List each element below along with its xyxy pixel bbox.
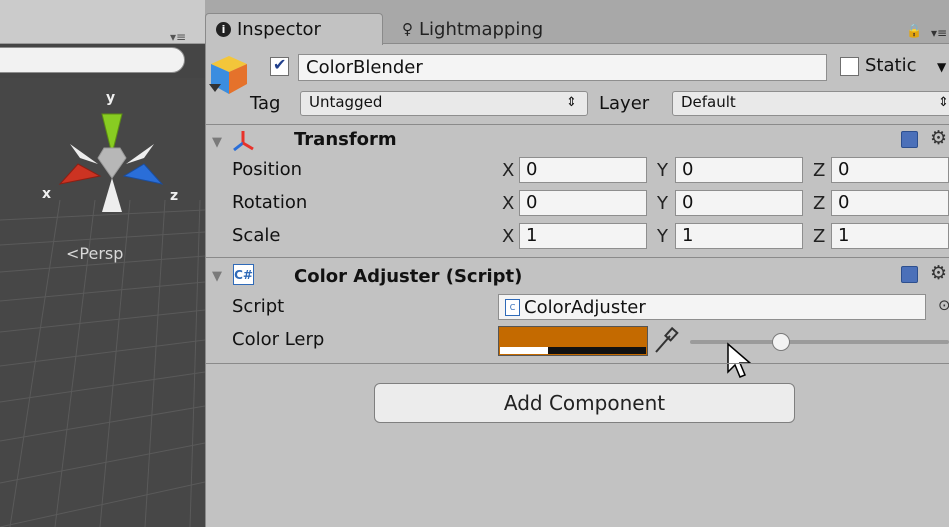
static-checkbox[interactable] xyxy=(840,57,859,76)
rotation-x-field[interactable]: 0 xyxy=(519,190,647,216)
tag-label: Tag xyxy=(250,93,281,114)
active-checkbox[interactable] xyxy=(270,55,289,76)
lock-icon[interactable]: 🔒 xyxy=(906,24,922,39)
divider xyxy=(205,124,949,125)
axis-x-label: X xyxy=(502,193,515,214)
tab-lightmapping-label: Lightmapping xyxy=(419,18,544,40)
gear-icon[interactable]: ⚙ xyxy=(930,262,947,284)
layer-label: Layer xyxy=(599,93,650,114)
scale-z-field[interactable]: 1 xyxy=(831,223,949,249)
projection-toggle[interactable]: <Persp xyxy=(66,244,123,263)
axis-x-label: X xyxy=(502,226,515,247)
layer-select[interactable]: Default xyxy=(672,91,949,116)
panel-menu-icon[interactable]: ▾≡ xyxy=(170,30,186,44)
script-file-icon: C xyxy=(505,298,520,316)
foldout-arrow-icon[interactable]: ▼ xyxy=(212,269,222,284)
script-object-field[interactable]: C ColorAdjuster xyxy=(498,294,926,320)
persp-label: Persp xyxy=(79,244,124,263)
tab-inspector[interactable]: i Inspector xyxy=(205,13,383,45)
foldout-arrow-icon[interactable]: ▼ xyxy=(212,135,222,150)
eyedropper-icon[interactable] xyxy=(652,326,680,356)
divider xyxy=(205,363,949,364)
axis-y-label: Y xyxy=(657,226,668,247)
scale-label: Scale xyxy=(232,225,281,246)
axis-x-label: X xyxy=(502,160,515,181)
tab-lightmapping[interactable]: ♀ Lightmapping xyxy=(392,14,592,44)
position-y-field[interactable]: 0 xyxy=(675,157,803,183)
axis-y-label: Y xyxy=(657,160,668,181)
panel-menu-icon[interactable]: ▾≡ xyxy=(931,26,947,40)
tag-select[interactable]: Untagged xyxy=(300,91,588,116)
object-picker-icon[interactable]: ⊙ xyxy=(938,296,949,314)
alpha-bar-fill xyxy=(500,347,548,354)
gameobject-cube-icon xyxy=(209,56,247,94)
scene-search-input[interactable] xyxy=(0,47,185,73)
script-value: ColorAdjuster xyxy=(524,296,646,318)
color-lerp-label: Color Lerp xyxy=(232,329,325,350)
help-book-icon[interactable] xyxy=(901,131,918,148)
position-z-field[interactable]: 0 xyxy=(831,157,949,183)
axis-y-label: Y xyxy=(657,193,668,214)
gizmo-y-label: y xyxy=(106,90,115,106)
color-adjuster-title: Color Adjuster (Script) xyxy=(294,266,523,287)
mouse-cursor-icon xyxy=(727,342,753,378)
static-label: Static xyxy=(865,55,917,76)
rotation-z-field[interactable]: 0 xyxy=(831,190,949,216)
bulb-icon: ♀ xyxy=(402,20,413,38)
add-component-button[interactable]: Add Component xyxy=(374,383,795,423)
scale-y-field[interactable]: 1 xyxy=(675,223,803,249)
script-label: Script xyxy=(232,296,285,317)
static-dropdown-icon[interactable]: ▼ xyxy=(937,60,946,74)
scene-orientation-gizmo[interactable]: y x z xyxy=(30,86,200,226)
gizmo-z-label: z xyxy=(170,188,178,204)
transform-title: Transform xyxy=(294,129,397,150)
rotation-label: Rotation xyxy=(232,192,308,213)
axis-z-label: Z xyxy=(813,160,826,181)
transform-axes-icon xyxy=(233,131,254,152)
color-lerp-slider-thumb[interactable] xyxy=(772,333,790,351)
chevron-left-icon: < xyxy=(66,244,80,263)
info-icon: i xyxy=(216,22,231,37)
object-name-field[interactable]: ColorBlender xyxy=(298,54,827,81)
axis-z-label: Z xyxy=(813,226,826,247)
gear-icon[interactable]: ⚙ xyxy=(930,127,947,149)
script-icon: C# xyxy=(233,264,254,285)
axis-z-label: Z xyxy=(813,193,826,214)
tab-inspector-label: Inspector xyxy=(237,19,321,40)
help-book-icon[interactable] xyxy=(901,266,918,283)
position-label: Position xyxy=(232,159,303,180)
divider xyxy=(205,257,949,258)
rotation-y-field[interactable]: 0 xyxy=(675,190,803,216)
updown-arrow-icon: ⇕ xyxy=(566,95,577,110)
position-x-field[interactable]: 0 xyxy=(519,157,647,183)
gizmo-x-label: x xyxy=(42,186,51,202)
updown-arrow-icon: ⇕ xyxy=(938,95,949,110)
scale-x-field[interactable]: 1 xyxy=(519,223,647,249)
